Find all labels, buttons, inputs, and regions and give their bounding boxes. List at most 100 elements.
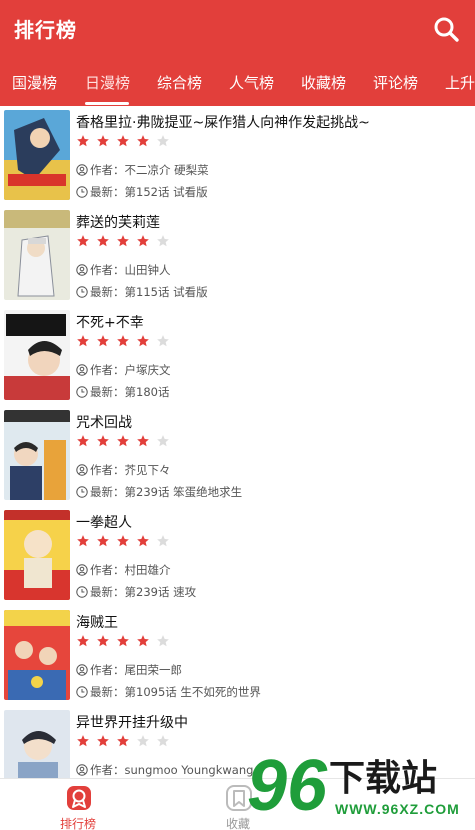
- star-filled-icon: [137, 135, 149, 147]
- category-tabs: 国漫榜 日漫榜 综合榜 人气榜 收藏榜 评论榜 上升: [0, 62, 475, 106]
- tab-pinglun[interactable]: 评论榜: [373, 72, 418, 93]
- watermark-text: 下载站: [329, 758, 437, 799]
- star-filled-icon: [117, 235, 129, 247]
- star-filled-icon: [97, 135, 109, 147]
- author-prefix: 作者：: [90, 163, 125, 177]
- comic-author: 作者： 不二凉介 硬梨菜: [76, 162, 209, 178]
- author-name: 山田钟人: [124, 263, 171, 277]
- latest-prefix: 最新：: [90, 185, 125, 199]
- app-header: 排行榜 国漫榜 日漫榜 综合榜 人气榜 收藏榜 评论榜 上升: [0, 0, 475, 106]
- active-tab-indicator: [85, 102, 129, 105]
- star-empty-icon: [157, 635, 169, 647]
- star-filled-icon: [77, 535, 89, 547]
- rank-icon: [67, 786, 91, 810]
- list-item[interactable]: 香格里拉·弗陇提亚~屎作猎人向神作发起挑战~ 作者： 不二凉介 硬梨菜 最新： 第1…: [0, 106, 475, 206]
- rating-stars: [76, 334, 170, 350]
- latest-text: 第1095话 生不如死的世界: [124, 685, 261, 699]
- star-filled-icon: [97, 535, 109, 547]
- tab-shangsheng[interactable]: 上升: [445, 72, 475, 93]
- comic-title[interactable]: 海贼王: [76, 612, 118, 632]
- comic-cover[interactable]: [4, 410, 70, 500]
- tab-shoucang[interactable]: 收藏榜: [301, 72, 346, 93]
- author-name: 芥见下々: [124, 463, 171, 477]
- page-title: 排行榜: [14, 18, 77, 42]
- list-item[interactable]: 一拳超人 作者： 村田雄介 最新： 第239话 速攻: [0, 506, 475, 606]
- latest-chapter: 最新： 第239话 速攻: [76, 584, 196, 600]
- search-icon[interactable]: [431, 14, 461, 44]
- author-prefix: 作者：: [90, 263, 125, 277]
- tab-renqi[interactable]: 人气榜: [229, 72, 274, 93]
- star-filled-icon: [77, 735, 89, 747]
- user-icon: [76, 464, 88, 476]
- star-empty-icon: [157, 535, 169, 547]
- latest-text: 第152话 试看版: [124, 185, 208, 199]
- comic-cover[interactable]: [4, 110, 70, 200]
- star-filled-icon: [77, 235, 89, 247]
- user-icon: [76, 764, 88, 776]
- nav-rank-button[interactable]: 排行榜: [38, 783, 118, 830]
- list-item[interactable]: 葬送的芙莉莲 作者： 山田钟人 最新： 第115话 试看版: [0, 206, 475, 306]
- latest-chapter: 最新： 第152话 试看版: [76, 184, 208, 200]
- site-watermark-logo: 96 下载站 WWW.96XZ.COM: [247, 746, 459, 826]
- comic-author: 作者： 芥见下々: [76, 462, 171, 478]
- comic-cover[interactable]: [4, 610, 70, 700]
- star-filled-icon: [137, 635, 149, 647]
- comic-title[interactable]: 咒术回战: [76, 412, 132, 432]
- rating-stars: [76, 534, 170, 550]
- clock-icon: [76, 286, 88, 298]
- comic-cover[interactable]: [4, 210, 70, 300]
- star-filled-icon: [117, 335, 129, 347]
- list-item[interactable]: 海贼王 作者： 尾田荣一郎 最新： 第1095话 生不如死的世界: [0, 606, 475, 706]
- list-item[interactable]: 不死+不幸 作者： 户塚庆文 最新： 第180话: [0, 306, 475, 406]
- star-empty-icon: [157, 235, 169, 247]
- author-name: 不二凉介 硬梨菜: [124, 163, 209, 177]
- star-filled-icon: [137, 535, 149, 547]
- latest-text: 第239话 速攻: [124, 585, 197, 599]
- star-filled-icon: [77, 635, 89, 647]
- list-item[interactable]: 咒术回战 作者： 芥见下々 最新： 第239话 笨蛋绝地求生: [0, 406, 475, 506]
- rating-stars: [76, 234, 170, 250]
- comic-title[interactable]: 一拳超人: [76, 512, 132, 532]
- clock-icon: [76, 186, 88, 198]
- comic-author: 作者： 山田钟人: [76, 262, 171, 278]
- ranking-list: 香格里拉·弗陇提亚~屎作猎人向神作发起挑战~ 作者： 不二凉介 硬梨菜 最新： 第1…: [0, 106, 475, 778]
- comic-cover[interactable]: [4, 510, 70, 600]
- star-filled-icon: [117, 735, 129, 747]
- star-filled-icon: [77, 335, 89, 347]
- author-name: 村田雄介: [124, 563, 171, 577]
- comic-title[interactable]: 葬送的芙莉莲: [76, 212, 160, 232]
- star-filled-icon: [137, 235, 149, 247]
- comic-author: 作者： sungmoo Youngkwang: [76, 762, 253, 778]
- nav-rank-label: 排行榜: [59, 817, 96, 830]
- star-filled-icon: [97, 635, 109, 647]
- comic-cover[interactable]: [4, 310, 70, 400]
- star-filled-icon: [117, 535, 129, 547]
- tab-zonghe[interactable]: 综合榜: [157, 72, 202, 93]
- star-filled-icon: [97, 235, 109, 247]
- author-prefix: 作者：: [90, 663, 125, 677]
- latest-chapter: 最新： 第115话 试看版: [76, 284, 208, 300]
- comic-cover[interactable]: [4, 710, 70, 778]
- user-icon: [76, 164, 88, 176]
- star-filled-icon: [137, 435, 149, 447]
- user-icon: [76, 664, 88, 676]
- comic-title[interactable]: 异世界开挂升级中: [76, 712, 188, 732]
- star-empty-icon: [157, 135, 169, 147]
- star-empty-icon: [137, 735, 149, 747]
- star-filled-icon: [97, 735, 109, 747]
- tab-riman[interactable]: 日漫榜: [85, 72, 130, 93]
- latest-text: 第180话: [124, 385, 170, 399]
- user-icon: [76, 264, 88, 276]
- latest-chapter: 最新： 第239话 笨蛋绝地求生: [76, 484, 242, 500]
- star-empty-icon: [157, 735, 169, 747]
- latest-text: 第115话 试看版: [124, 285, 208, 299]
- tab-guoman[interactable]: 国漫榜: [12, 72, 57, 93]
- star-filled-icon: [77, 435, 89, 447]
- star-filled-icon: [137, 335, 149, 347]
- comic-title[interactable]: 不死+不幸: [76, 312, 144, 332]
- comic-title[interactable]: 香格里拉·弗陇提亚~屎作猎人向神作发起挑战~: [76, 112, 370, 132]
- watermark-number: 96: [247, 746, 328, 826]
- clock-icon: [76, 386, 88, 398]
- star-filled-icon: [117, 135, 129, 147]
- author-name: 尾田荣一郎: [124, 663, 183, 677]
